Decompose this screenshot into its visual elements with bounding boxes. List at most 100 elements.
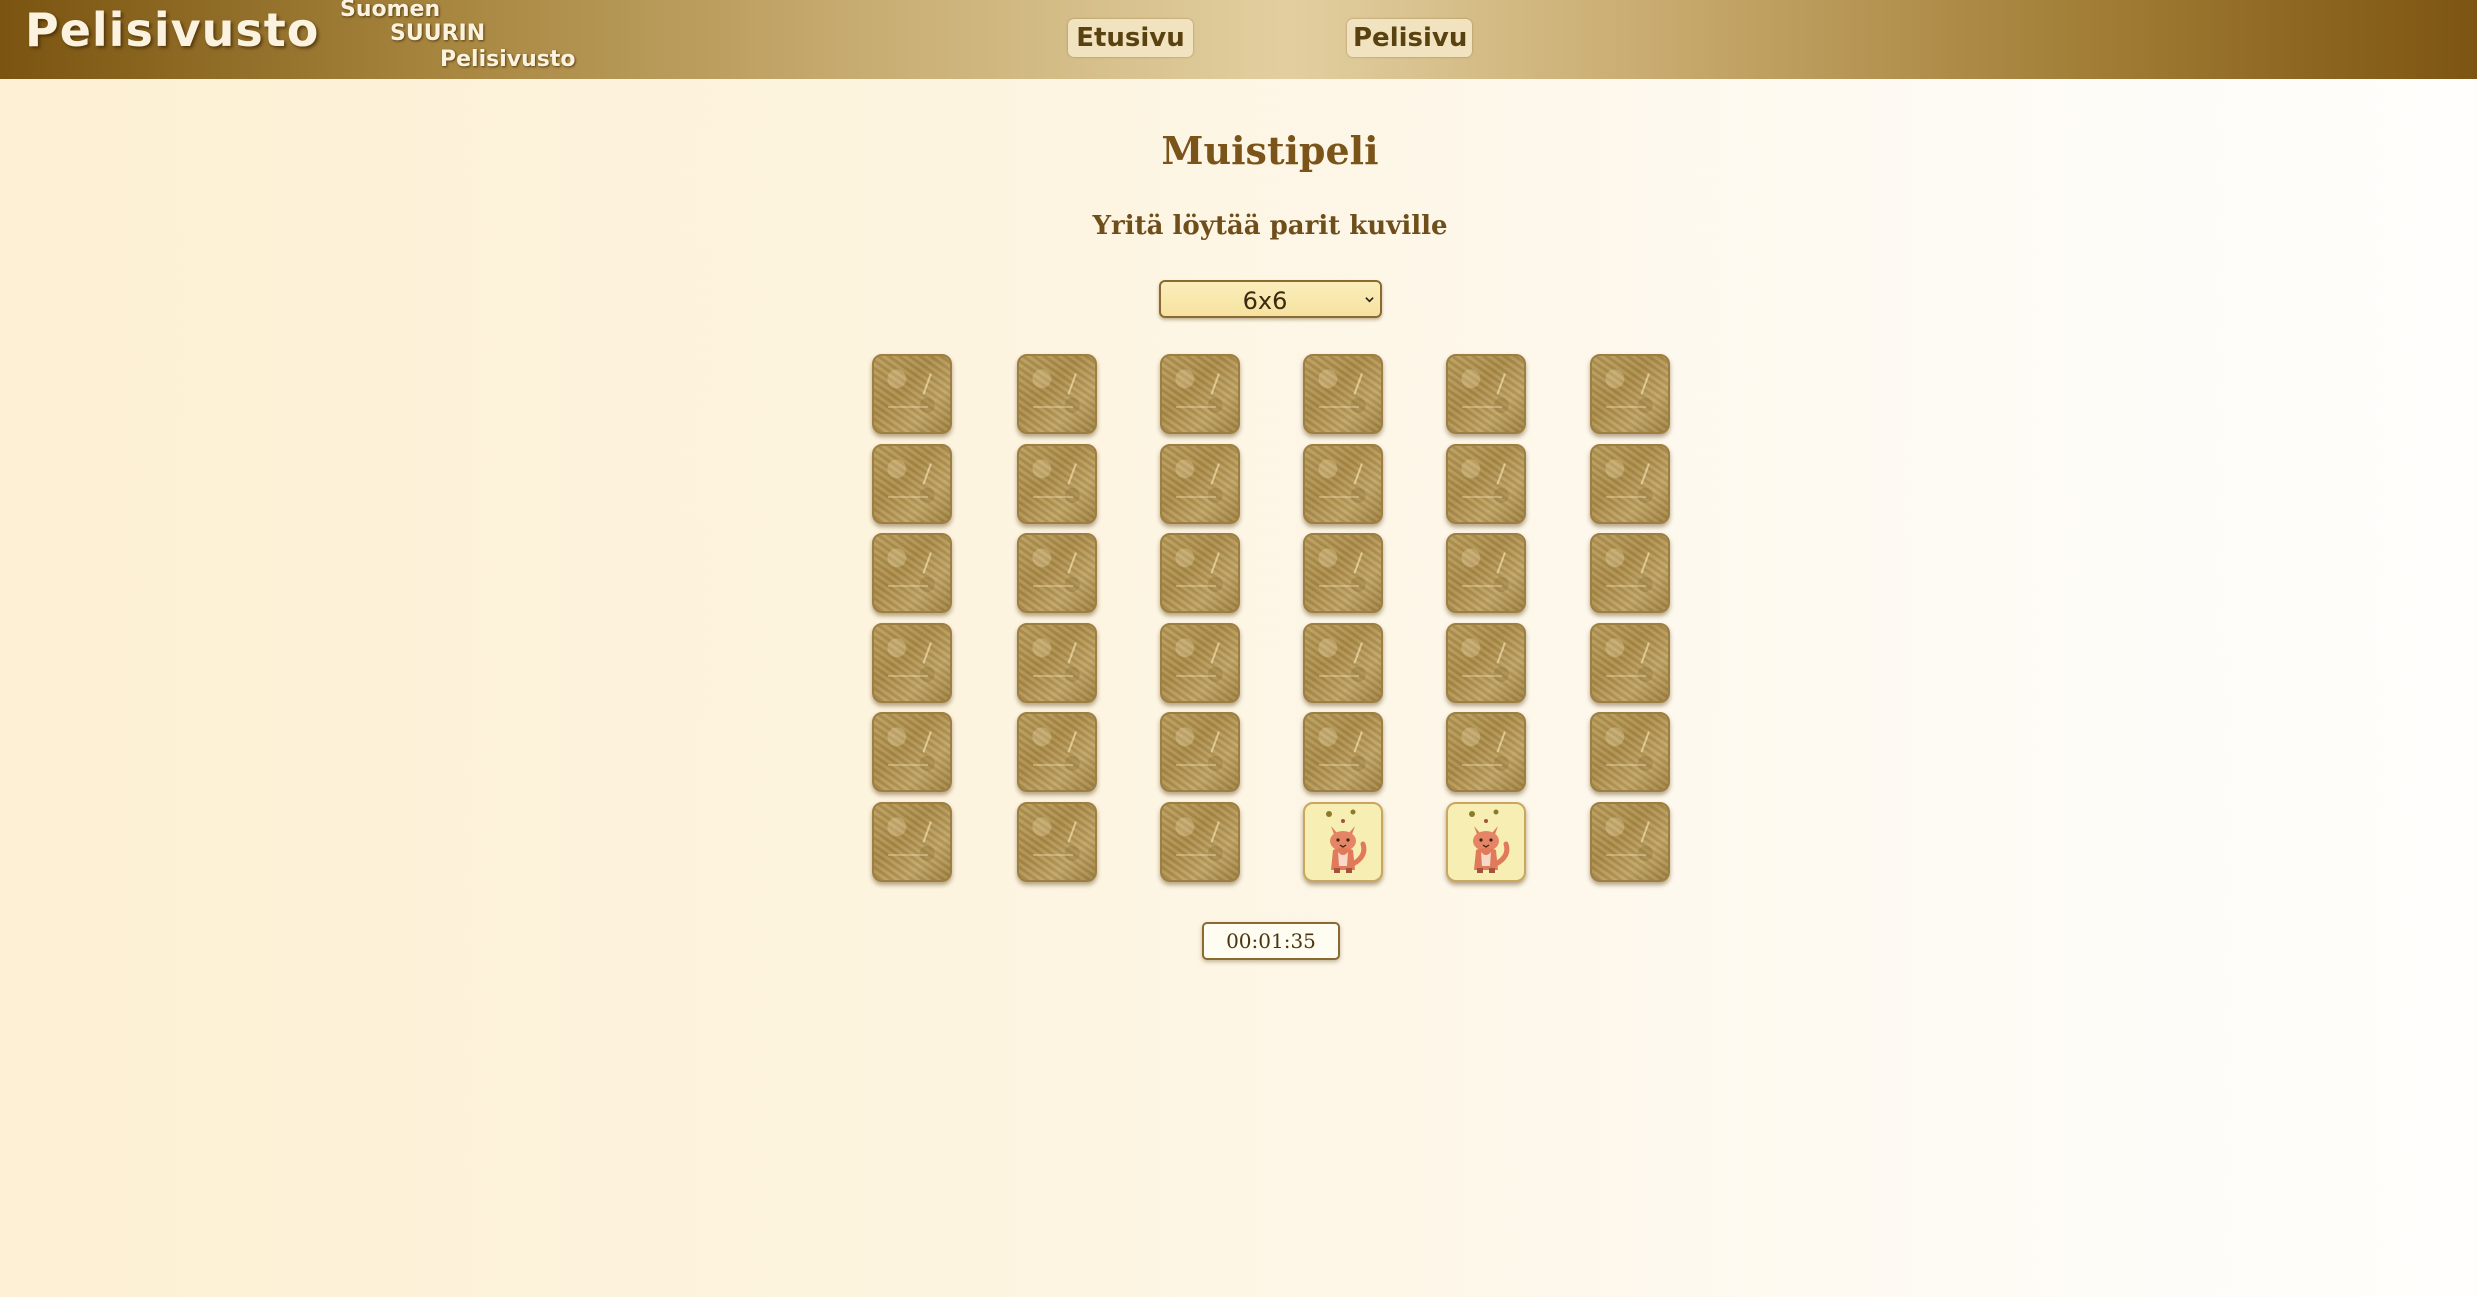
nav-pelisivu-button[interactable]: Pelisivu: [1347, 19, 1472, 57]
memory-card-revealed[interactable]: [1446, 802, 1526, 882]
card-back-texture: [1067, 373, 1083, 397]
board-size-select[interactable]: 6x6: [1159, 280, 1382, 318]
card-back-texture: [1210, 642, 1226, 666]
memory-card-hidden[interactable]: [1590, 444, 1670, 524]
memory-card-hidden[interactable]: [1017, 802, 1097, 882]
memory-card-hidden[interactable]: [1160, 444, 1240, 524]
memory-card-hidden[interactable]: [1590, 802, 1670, 882]
card-back-texture: [1176, 406, 1216, 408]
card-back-texture: [1176, 496, 1216, 498]
memory-card-hidden[interactable]: [1160, 623, 1240, 703]
card-back-texture: [1319, 496, 1359, 498]
card-back-texture: [922, 821, 938, 845]
card-back-texture: [922, 552, 938, 576]
card-back-texture: [1640, 463, 1656, 487]
card-back-texture: [888, 854, 928, 856]
card-back-texture: [888, 496, 928, 498]
card-back-texture: [1496, 731, 1512, 755]
memory-card-hidden[interactable]: [1160, 802, 1240, 882]
memory-card-hidden[interactable]: [1446, 533, 1526, 613]
memory-card-hidden[interactable]: [872, 802, 952, 882]
card-back-texture: [1319, 675, 1359, 677]
memory-card-hidden[interactable]: [1160, 354, 1240, 434]
memory-card-hidden[interactable]: [1590, 354, 1670, 434]
memory-card-hidden[interactable]: [1590, 533, 1670, 613]
memory-card-hidden[interactable]: [1303, 623, 1383, 703]
site-logo[interactable]: Pelisivusto: [25, 3, 319, 57]
memory-card-hidden[interactable]: [1017, 354, 1097, 434]
page-subtitle: Yritä löytää parit kuville: [1092, 211, 1448, 241]
card-back-texture: [1606, 764, 1646, 766]
card-back-texture: [1033, 406, 1073, 408]
card-back-texture: [1210, 731, 1226, 755]
card-back-texture: [1606, 854, 1646, 856]
card-back-texture: [1067, 642, 1083, 666]
card-back-texture: [1462, 764, 1502, 766]
card-back-texture: [1067, 731, 1083, 755]
memory-card-hidden[interactable]: [1160, 712, 1240, 792]
card-back-texture: [1210, 821, 1226, 845]
memory-card-hidden[interactable]: [1303, 354, 1383, 434]
card-back-texture: [1067, 552, 1083, 576]
card-back-texture: [1496, 373, 1512, 397]
card-back-texture: [1640, 731, 1656, 755]
card-back-texture: [1033, 585, 1073, 587]
memory-card-hidden[interactable]: [1303, 712, 1383, 792]
memory-card-hidden[interactable]: [1446, 623, 1526, 703]
tagline-line-2: SUURIN: [390, 21, 486, 46]
card-back-texture: [1353, 463, 1369, 487]
card-back-texture: [1067, 821, 1083, 845]
tagline-line-1: Suomen: [340, 0, 441, 22]
card-back-texture: [1319, 764, 1359, 766]
memory-card-hidden[interactable]: [1017, 712, 1097, 792]
card-back-texture: [922, 463, 938, 487]
memory-card-hidden[interactable]: [1590, 623, 1670, 703]
memory-card-hidden[interactable]: [1160, 533, 1240, 613]
memory-card-hidden[interactable]: [872, 444, 952, 524]
tagline-line-3: Pelisivusto: [440, 47, 576, 72]
card-back-texture: [888, 675, 928, 677]
memory-card-revealed[interactable]: [1303, 802, 1383, 882]
card-back-texture: [1210, 373, 1226, 397]
nav-etusivu-button[interactable]: Etusivu: [1068, 19, 1193, 57]
fox-icon: [1326, 809, 1367, 873]
card-back-texture: [1496, 552, 1512, 576]
card-back-texture: [1319, 406, 1359, 408]
card-back-texture: [1353, 373, 1369, 397]
card-back-texture: [1033, 854, 1073, 856]
card-back-texture: [1033, 764, 1073, 766]
memory-card-hidden[interactable]: [1446, 712, 1526, 792]
card-back-texture: [1462, 496, 1502, 498]
card-back-texture: [888, 764, 928, 766]
memory-card-hidden[interactable]: [872, 623, 952, 703]
game-timer: 00:01:35: [1202, 922, 1340, 960]
card-back-texture: [1210, 463, 1226, 487]
memory-card-hidden[interactable]: [1303, 444, 1383, 524]
card-back-texture: [922, 642, 938, 666]
memory-card-hidden[interactable]: [1446, 354, 1526, 434]
memory-card-grid: [872, 354, 1672, 882]
card-back-texture: [1640, 552, 1656, 576]
card-back-texture: [1640, 373, 1656, 397]
memory-card-hidden[interactable]: [1017, 623, 1097, 703]
memory-card-hidden[interactable]: [1590, 712, 1670, 792]
memory-card-hidden[interactable]: [1017, 444, 1097, 524]
card-back-texture: [1462, 675, 1502, 677]
card-back-texture: [888, 406, 928, 408]
card-back-texture: [922, 373, 938, 397]
card-back-texture: [1176, 854, 1216, 856]
memory-card-hidden[interactable]: [1303, 533, 1383, 613]
memory-card-hidden[interactable]: [872, 354, 952, 434]
memory-card-hidden[interactable]: [1446, 444, 1526, 524]
card-back-texture: [1176, 764, 1216, 766]
memory-card-hidden[interactable]: [1017, 533, 1097, 613]
board-size-value: 6x6: [1242, 287, 1288, 315]
chevron-down-icon: [1365, 297, 1374, 303]
memory-card-hidden[interactable]: [872, 712, 952, 792]
card-back-texture: [1462, 406, 1502, 408]
fox-icon: [1469, 809, 1510, 873]
memory-card-hidden[interactable]: [872, 533, 952, 613]
card-back-texture: [1496, 463, 1512, 487]
card-back-texture: [922, 731, 938, 755]
card-back-texture: [1606, 496, 1646, 498]
